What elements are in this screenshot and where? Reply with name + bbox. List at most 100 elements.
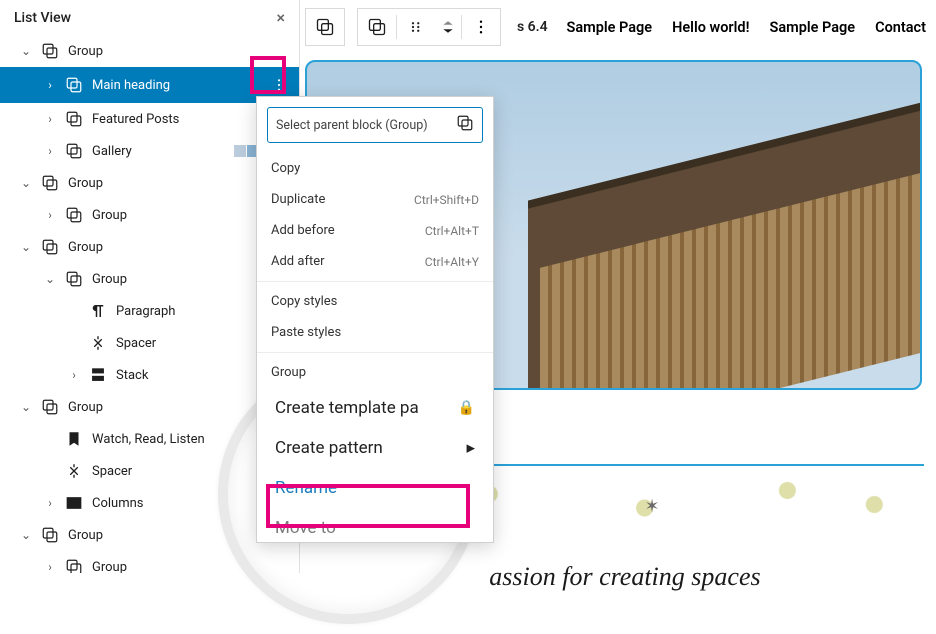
options-button[interactable] <box>462 9 500 45</box>
menu-duplicate[interactable]: Duplicate Ctrl+Shift+D <box>257 184 493 215</box>
select-parent-button[interactable]: Select parent block (Group) <box>267 107 483 143</box>
chevron-down-icon: ⌄ <box>20 401 32 413</box>
shortcut: Ctrl+Alt+Y <box>425 255 479 269</box>
block-toolbar: s 6.4 Sample Page Hello world! Sample Pa… <box>305 6 926 48</box>
tree-row-main-heading[interactable]: › Main heading <box>0 67 299 103</box>
menu-label: Paste styles <box>271 325 341 340</box>
tree-row-stack[interactable]: › Stack <box>0 359 299 391</box>
menu-label: Add after <box>271 254 325 269</box>
spacer-icon <box>88 333 108 353</box>
tree-row-group[interactable]: ⌄ Group <box>0 391 299 423</box>
menu-label: Rename <box>275 478 337 498</box>
site-nav: Sample Page Hello world! Sample Page Con… <box>566 19 926 36</box>
bookmark-icon <box>64 429 84 449</box>
star-icon: ✶ <box>645 496 660 517</box>
menu-create-template-part[interactable]: Create template pa 🔒 <box>257 388 493 428</box>
chevron-down-icon: ⌄ <box>20 177 32 189</box>
paragraph-icon <box>88 301 108 321</box>
group-icon <box>64 205 84 225</box>
list-view-title: List View <box>14 10 71 26</box>
tree-row-paragraph[interactable]: Paragraph <box>0 295 299 327</box>
group-icon <box>64 557 84 573</box>
tree-label: Group <box>92 560 291 574</box>
block-options-menu: Select parent block (Group) Copy Duplica… <box>256 96 494 543</box>
menu-add-after[interactable]: Add after Ctrl+Alt+Y <box>257 246 493 277</box>
menu-label: Select parent block (Group) <box>276 118 428 133</box>
block-tree: ⌄ Group › Main heading › Featured Posts <box>0 35 299 573</box>
version-label: s 6.4 <box>517 19 548 35</box>
tree-row-gallery[interactable]: › Gallery <box>0 135 299 167</box>
chevron-down-icon: ⌄ <box>20 45 32 57</box>
chevron-right-icon: › <box>44 79 56 91</box>
tree-label: Gallery <box>92 144 226 159</box>
chevron-right-icon: › <box>44 209 56 221</box>
group-icon <box>40 41 60 61</box>
menu-label: Group <box>271 365 306 380</box>
toolbar-group <box>305 8 345 46</box>
chevron-right-icon: ▸ <box>466 438 475 458</box>
group-icon <box>64 269 84 289</box>
shortcut: Ctrl+Shift+D <box>414 193 479 207</box>
nav-link[interactable]: Contact <box>875 19 926 36</box>
menu-paste-styles[interactable]: Paste styles <box>257 317 493 348</box>
chevron-down-icon: ⌄ <box>20 241 32 253</box>
shortcut: Ctrl+Alt+T <box>425 224 479 238</box>
tree-label: Main heading <box>92 78 259 93</box>
menu-label: Add before <box>271 223 335 238</box>
tree-row-group[interactable]: ⌄ Group <box>0 519 299 551</box>
menu-create-pattern[interactable]: Create pattern ▸ <box>257 428 493 468</box>
menu-separator <box>257 352 493 353</box>
tree-row-group[interactable]: ⌄ Group <box>0 231 299 263</box>
drag-handle[interactable] <box>397 9 435 45</box>
group-icon <box>456 114 474 136</box>
columns-icon <box>64 493 84 513</box>
menu-label: Copy styles <box>271 294 337 309</box>
menu-rename[interactable]: Rename <box>257 468 493 508</box>
row-options-button[interactable] <box>267 73 291 97</box>
chevron-right-icon: › <box>44 113 56 125</box>
group-icon <box>40 397 60 417</box>
group-icon <box>40 237 60 257</box>
select-block-button[interactable] <box>306 9 344 45</box>
menu-copy[interactable]: Copy <box>257 153 493 184</box>
menu-add-before[interactable]: Add before Ctrl+Alt+T <box>257 215 493 246</box>
toolbar-group <box>357 8 501 46</box>
tree-row-group-top[interactable]: ⌄ Group <box>0 35 299 67</box>
menu-label: Create pattern <box>275 438 383 458</box>
group-icon <box>40 525 60 545</box>
chevron-down-icon: ⌄ <box>20 529 32 541</box>
menu-separator <box>257 281 493 282</box>
group-button[interactable] <box>358 9 396 45</box>
chevron-down-icon: ⌄ <box>44 273 56 285</box>
chevron-right-icon: › <box>44 145 56 157</box>
tree-row-featured-posts[interactable]: › Featured Posts <box>0 103 299 135</box>
stack-icon <box>88 365 108 385</box>
tree-row-group[interactable]: › Group <box>0 551 299 573</box>
group-icon <box>64 75 84 95</box>
tree-row-spacer[interactable]: Spacer <box>0 327 299 359</box>
tree-row-watch[interactable]: Watch, Read, Listen <box>0 423 299 455</box>
menu-label: Move to <box>275 518 336 538</box>
nav-link[interactable]: Sample Page <box>566 19 652 36</box>
move-up-down[interactable] <box>435 9 461 45</box>
tree-row-group[interactable]: ⌄ Group <box>0 263 299 295</box>
nav-link[interactable]: Sample Page <box>769 19 855 36</box>
group-icon <box>64 141 84 161</box>
menu-copy-styles[interactable]: Copy styles <box>257 286 493 317</box>
tree-row-spacer[interactable]: Spacer <box>0 455 299 487</box>
menu-label: Duplicate <box>271 192 325 207</box>
tree-row-group[interactable]: › Group <box>0 199 299 231</box>
tree-row-group[interactable]: ⌄ Group <box>0 167 299 199</box>
group-icon <box>40 173 60 193</box>
nav-link[interactable]: Hello world! <box>672 19 749 36</box>
tree-label: Group <box>68 44 291 59</box>
chevron-right-icon: › <box>44 561 56 573</box>
list-view-panel: List View × ⌄ Group › Main heading › <box>0 0 300 573</box>
close-icon[interactable]: × <box>276 8 285 27</box>
tagline-text: assion for creating spaces <box>489 562 760 592</box>
menu-move-to[interactable]: Move to <box>257 508 493 542</box>
list-view-header: List View × <box>0 0 299 35</box>
menu-group[interactable]: Group <box>257 357 493 388</box>
tree-row-columns[interactable]: › Columns <box>0 487 299 519</box>
lock-icon: 🔒 <box>458 400 475 416</box>
